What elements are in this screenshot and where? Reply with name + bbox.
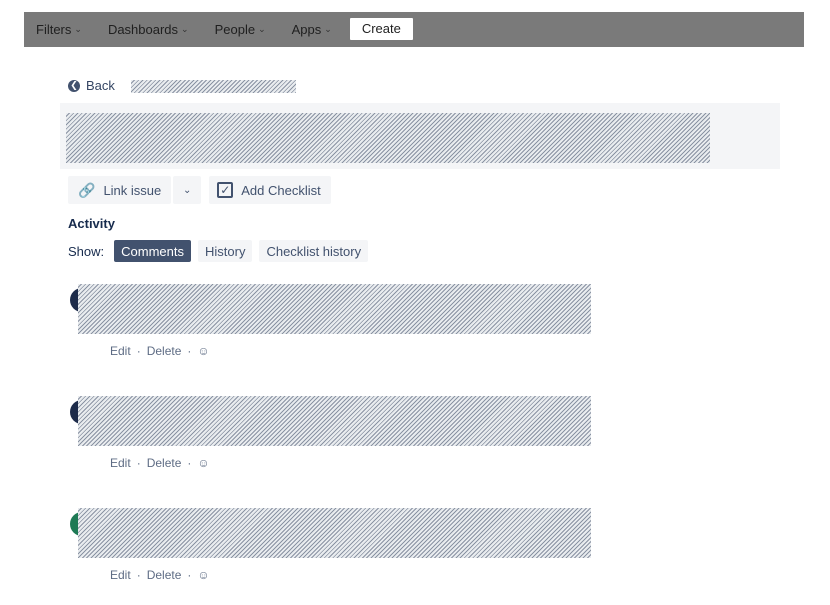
nav-apps[interactable]: Apps ⌄ (292, 22, 332, 37)
nav-people[interactable]: People ⌄ (215, 22, 266, 37)
separator-dot: · (187, 568, 192, 582)
delete-link[interactable]: Delete (147, 568, 182, 582)
tab-history[interactable]: History (198, 240, 253, 262)
create-button[interactable]: Create (349, 17, 413, 40)
checkbox-check-icon: ✓ (217, 182, 234, 198)
link-icon: 🔗 (78, 181, 96, 198)
link-issue-button[interactable]: 🔗 Link issue (68, 176, 172, 204)
link-issue-label: Link issue (103, 182, 162, 198)
chevron-down-icon: ⌄ (74, 24, 82, 34)
add-checklist-button[interactable]: ✓ Add Checklist (209, 176, 331, 204)
add-checklist-label: Add Checklist (241, 182, 321, 198)
edit-link[interactable]: Edit (110, 568, 131, 582)
separator-dot: · (136, 568, 141, 582)
separator-dot: · (187, 344, 192, 358)
back-label: Back (86, 78, 115, 93)
chevron-down-icon: ⌄ (324, 24, 332, 34)
tab-comments[interactable]: Comments (114, 240, 191, 262)
comment-actions: Edit · Delete · ☺ (110, 344, 210, 358)
add-reaction-icon[interactable]: ☺ (197, 344, 209, 358)
separator-dot: · (187, 456, 192, 470)
chevron-down-icon: ⌄ (258, 24, 266, 34)
comment-actions: Edit · Delete · ☺ (110, 456, 210, 470)
separator-dot: · (136, 456, 141, 470)
edit-link[interactable]: Edit (110, 456, 131, 470)
activity-filter-row: Show: Comments History Checklist history (68, 240, 375, 262)
issue-toolbar: 🔗 Link issue ⌄ ✓ Add Checklist (68, 176, 331, 204)
delete-link[interactable]: Delete (147, 344, 182, 358)
nav-people-label: People (214, 22, 256, 37)
nav-filters-label: Filters (36, 22, 72, 37)
link-issue-dropdown[interactable]: ⌄ (173, 176, 202, 204)
top-navigation-bar: Filters ⌄ Dashboards ⌄ People ⌄ Apps ⌄ Creat… (24, 12, 804, 47)
redacted-issue-title (66, 113, 710, 163)
nav-dashboards-label: Dashboards (107, 22, 179, 37)
activity-heading: Activity (68, 216, 115, 231)
delete-link[interactable]: Delete (147, 456, 182, 470)
nav-apps-label: Apps (291, 22, 322, 37)
nav-filters[interactable]: Filters ⌄ (36, 22, 82, 37)
separator-dot: · (136, 344, 141, 358)
redacted-comment-body (78, 396, 591, 446)
chevron-down-icon: ⌄ (183, 184, 192, 196)
add-reaction-icon[interactable]: ☺ (197, 568, 209, 582)
redacted-comment-body (78, 284, 591, 334)
comment-actions: Edit · Delete · ☺ (110, 568, 210, 582)
redacted-breadcrumb (131, 80, 296, 93)
redacted-comment-body (78, 508, 591, 558)
tab-checklist-history[interactable]: Checklist history (259, 240, 369, 262)
back-link[interactable]: ❮ Back (68, 78, 115, 93)
chevron-down-icon: ⌄ (181, 24, 189, 34)
add-reaction-icon[interactable]: ☺ (197, 456, 209, 470)
back-arrow-icon: ❮ (68, 79, 80, 92)
nav-dashboards[interactable]: Dashboards ⌄ (108, 22, 189, 37)
show-label: Show: (68, 243, 105, 259)
edit-link[interactable]: Edit (110, 344, 131, 358)
